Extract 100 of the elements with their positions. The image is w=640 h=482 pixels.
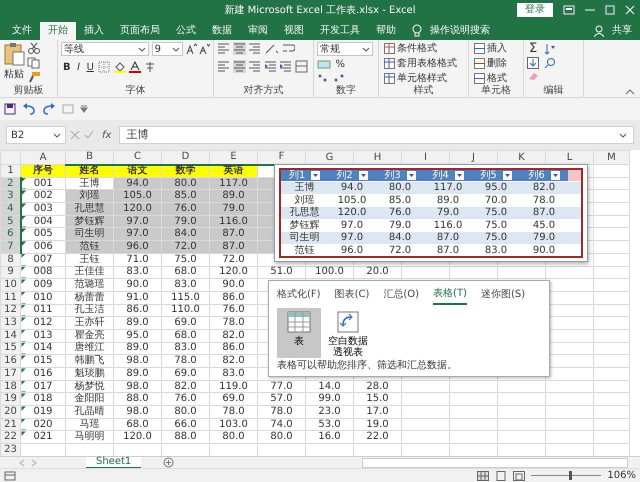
borders-icon[interactable] [98, 61, 110, 73]
panel-tab[interactable]: 表格(T) [433, 286, 467, 305]
font-name-field[interactable]: 等线 [61, 42, 150, 56]
number-format-field[interactable]: 常规 [317, 42, 373, 56]
top-align-icon[interactable] [217, 42, 230, 55]
autosum-button[interactable]: Σ [527, 42, 540, 55]
font-style-button[interactable]: I [75, 60, 82, 74]
cells-menu-button[interactable]: 删除 [472, 57, 520, 70]
sign-in-button[interactable]: 登录 [517, 3, 553, 17]
format-painter-icon[interactable] [27, 71, 41, 83]
row-header[interactable]: 21 [0, 418, 20, 431]
ribbon-tab[interactable]: 数据 [204, 22, 240, 40]
align-left-icon[interactable] [217, 60, 230, 72]
column-header[interactable]: G [306, 150, 354, 164]
filter-button[interactable] [406, 170, 416, 180]
bottom-align-icon[interactable] [248, 42, 261, 55]
row-header[interactable]: 4 [0, 202, 20, 216]
ribbon-display-icon[interactable] [563, 5, 575, 15]
redo-icon[interactable] [42, 103, 56, 115]
maximize-icon[interactable] [605, 5, 615, 15]
column-header[interactable]: K [498, 150, 546, 164]
increase-indent-icon[interactable] [279, 60, 292, 72]
orientation-icon[interactable] [264, 42, 280, 55]
option-button[interactable]: 表 [277, 308, 321, 358]
horizontal-scrollbar[interactable] [362, 458, 628, 468]
row-header[interactable]: 19 [0, 392, 20, 406]
panel-tab[interactable]: 迷你图(S) [480, 286, 526, 305]
ribbon-tab[interactable]: 文件 [4, 22, 40, 40]
ribbon-tab[interactable]: 公式 [168, 22, 204, 40]
column-header[interactable]: B [66, 150, 114, 164]
row-header[interactable]: 2 [0, 177, 20, 190]
panel-tab[interactable]: 汇总(O) [383, 286, 420, 305]
search-icon[interactable] [544, 57, 556, 69]
middle-align-icon[interactable] [232, 42, 246, 55]
row-header[interactable]: 13 [0, 316, 20, 330]
font-color-icon[interactable] [129, 61, 142, 73]
formula-field[interactable]: 王博 [119, 126, 634, 144]
column-header[interactable]: J [450, 150, 498, 164]
filter-button[interactable] [502, 170, 512, 180]
merge-center-icon[interactable] [294, 60, 308, 72]
ribbon-tab[interactable]: 帮助 [368, 22, 404, 40]
decrease-font-size-icon[interactable] [199, 43, 210, 55]
column-header[interactable]: L [546, 150, 594, 164]
add-sheet-icon[interactable] [163, 457, 174, 468]
panel-tab[interactable]: 图表(C) [334, 286, 370, 305]
column-header[interactable]: I [402, 150, 450, 164]
currency-icon[interactable] [317, 59, 331, 70]
share-button[interactable]: 共享 [604, 22, 640, 40]
paste-button[interactable]: 粘贴 [3, 42, 25, 85]
column-header[interactable]: H [354, 150, 402, 164]
name-box[interactable]: B2 [6, 126, 66, 144]
percent-button[interactable]: % [334, 58, 348, 71]
insert-function-button[interactable]: fx [98, 128, 116, 142]
option-button[interactable]: 空白数据透视表 [326, 308, 370, 358]
filter-button[interactable] [311, 170, 320, 180]
row-header[interactable]: 15 [0, 342, 20, 355]
row-header[interactable]: 11 [0, 291, 20, 304]
row-header[interactable]: 1 [0, 164, 20, 178]
row-header[interactable]: 23 [0, 444, 20, 456]
increase-font-size-icon[interactable] [186, 43, 196, 55]
search-box[interactable]: 操作说明搜索 [422, 22, 498, 40]
filter-button[interactable] [454, 170, 464, 180]
row-header[interactable]: 16 [0, 354, 20, 368]
filter-button[interactable] [550, 170, 560, 180]
column-header[interactable]: D [162, 150, 210, 164]
page-layout-icon[interactable] [495, 470, 508, 480]
decrease-indent-icon[interactable] [264, 60, 276, 72]
column-header[interactable]: F [258, 150, 306, 164]
font-style-button[interactable]: B [61, 60, 73, 74]
row-header[interactable]: 9 [0, 266, 20, 279]
center-icon[interactable] [232, 60, 246, 72]
row-header[interactable]: 14 [0, 329, 20, 342]
zoom-level[interactable]: 106% [607, 468, 636, 482]
column-header[interactable]: E [210, 150, 258, 164]
normal-view-icon[interactable] [477, 470, 490, 480]
panel-tab[interactable]: 格式化(F) [277, 286, 321, 305]
collapse-ribbon-icon[interactable] [625, 86, 635, 94]
ribbon-tab[interactable]: 开始 [40, 22, 76, 40]
filter-button[interactable] [358, 170, 368, 180]
column-header[interactable]: C [114, 150, 162, 164]
cell-mode-icon[interactable] [4, 470, 16, 480]
ribbon-tab[interactable]: 视图 [276, 22, 312, 40]
fill-down-icon[interactable] [527, 57, 539, 69]
column-header[interactable]: M [594, 150, 630, 164]
ribbon-tab[interactable]: 审阅 [240, 22, 276, 40]
align-right-icon[interactable] [248, 60, 261, 72]
cut-icon[interactable] [27, 42, 41, 54]
font-style-button[interactable]: U [84, 60, 96, 74]
fill-color-icon[interactable] [112, 61, 127, 73]
row-header[interactable]: 7 [0, 240, 20, 254]
undo-icon[interactable] [22, 103, 36, 115]
customize-icon[interactable] [80, 105, 88, 113]
ribbon-tab[interactable]: 开发工具 [312, 22, 368, 40]
style-menu-button[interactable]: 条件格式 [382, 42, 465, 55]
slider-thumb[interactable] [568, 471, 572, 480]
font-size-field[interactable]: 9 [152, 42, 183, 56]
person-icon[interactable] [594, 25, 604, 37]
row-header[interactable]: 12 [0, 304, 20, 317]
row-header[interactable]: 22 [0, 430, 20, 444]
row-header[interactable]: 8 [0, 253, 20, 266]
